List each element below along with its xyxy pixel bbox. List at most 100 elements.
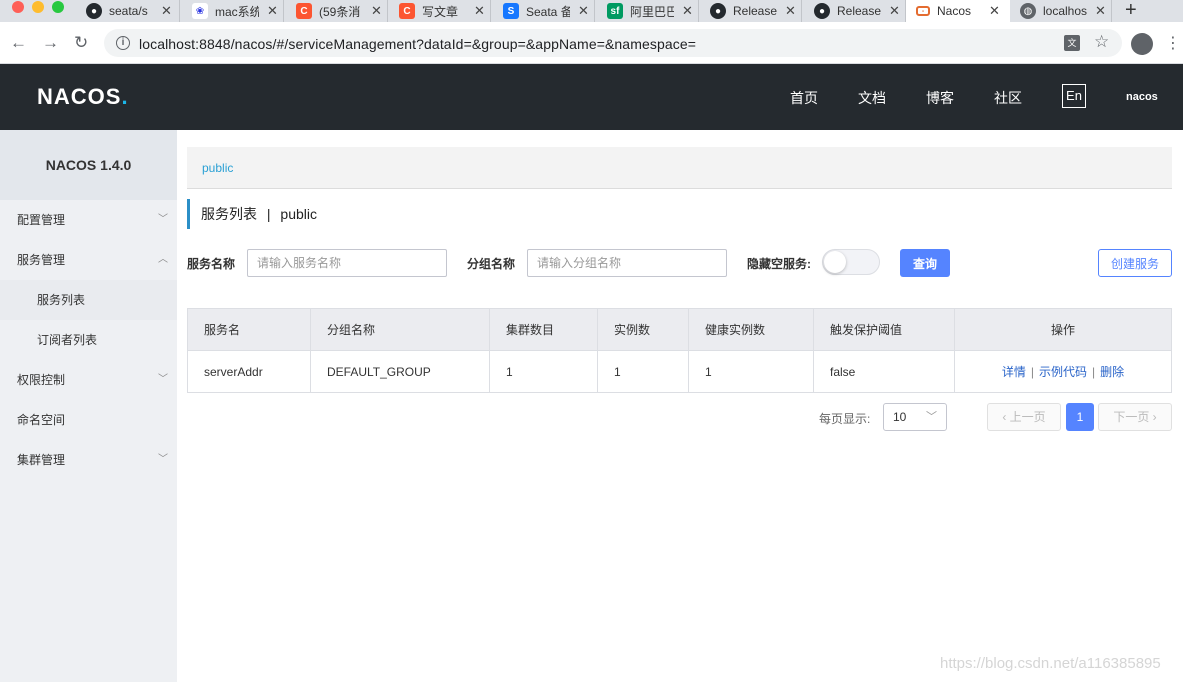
sample-code-link[interactable]: 示例代码	[1039, 365, 1087, 379]
tab-title: (59条消	[319, 4, 361, 19]
browser-tab[interactable]: C (59条消 ✕	[296, 0, 388, 22]
close-tab-icon[interactable]: ✕	[889, 3, 900, 19]
browser-tab[interactable]: sf 阿里巴巴 ✕	[607, 0, 699, 22]
chevron-down-icon: ﹀	[158, 374, 168, 385]
tab-title: seata/s	[109, 4, 148, 18]
github-icon: ●	[814, 3, 830, 19]
sidebar-item-label: 配置管理	[17, 213, 66, 227]
chevron-down-icon: ﹀	[158, 454, 168, 465]
baidu-paw-icon: ❀	[192, 3, 208, 19]
service-name-input[interactable]	[247, 249, 447, 277]
cell-instance-count: 1	[597, 350, 689, 393]
sidebar-item-subscriber-list[interactable]: 订阅者列表	[0, 320, 177, 360]
browser-toolbar: ← → ↻ i localhost:8848/nacos/#/serviceMa…	[0, 22, 1183, 64]
minimize-window-button[interactable]	[32, 1, 44, 13]
page-size-select[interactable]: 10 ﹀	[883, 403, 947, 431]
close-tab-icon[interactable]: ✕	[785, 3, 796, 19]
sidebar-item-label: 订阅者列表	[37, 333, 98, 347]
sidebar-item-service-management[interactable]: 服务管理 ︿	[0, 240, 177, 280]
delete-link[interactable]: 删除	[1100, 365, 1124, 379]
page-title: 服务列表 | public	[187, 199, 317, 229]
info-icon[interactable]: i	[116, 36, 130, 50]
sidebar-item-cluster-management[interactable]: 集群管理 ﹀	[0, 440, 177, 480]
tab-title: 写文章	[422, 4, 459, 19]
next-page-label: 下一页	[1113, 410, 1150, 424]
cell-group-name: DEFAULT_GROUP	[310, 350, 490, 393]
namespace-bar: public	[187, 147, 1172, 189]
query-button[interactable]: 查询	[900, 249, 950, 277]
nav-docs[interactable]: 文档	[858, 88, 886, 108]
translate-icon[interactable]: 文	[1064, 35, 1080, 51]
cell-service-name: serverAddr	[187, 350, 311, 393]
nav-community[interactable]: 社区	[994, 88, 1022, 108]
close-tab-icon[interactable]: ✕	[267, 3, 278, 19]
tab-title: 阿里巴巴	[630, 4, 674, 19]
create-service-button[interactable]: 创建服务	[1098, 249, 1172, 277]
column-header: 健康实例数	[688, 308, 814, 351]
language-switch-button[interactable]: En	[1062, 84, 1086, 108]
profile-avatar-icon[interactable]	[1131, 33, 1153, 55]
column-header: 操作	[954, 308, 1172, 351]
cell-cluster-count: 1	[489, 350, 598, 393]
more-menu-icon[interactable]: ⋮	[1165, 33, 1181, 55]
browser-tab[interactable]: ● Release ✕	[710, 0, 802, 22]
close-tab-icon[interactable]: ✕	[989, 3, 1000, 19]
watermark-text: https://blog.csdn.net/a116385895	[940, 655, 1161, 672]
hide-empty-toggle[interactable]	[822, 249, 880, 275]
close-tab-icon[interactable]: ✕	[682, 3, 693, 19]
close-tab-icon[interactable]: ✕	[578, 3, 589, 19]
browser-tab[interactable]: C 写文章 ✕	[399, 0, 491, 22]
browser-tab-strip: ● seata/s ✕ ❀ mac系统 ✕ C (59条消 ✕ C 写文章 ✕ …	[0, 0, 1183, 22]
nav-blog[interactable]: 博客	[926, 88, 954, 108]
user-name[interactable]: nacos	[1126, 91, 1158, 103]
sidebar-item-access-control[interactable]: 权限控制 ﹀	[0, 360, 177, 400]
next-page-button[interactable]: 下一页 ›	[1098, 403, 1172, 431]
close-tab-icon[interactable]: ✕	[161, 3, 172, 19]
app-header: NACOS. 首页 文档 博客 社区 En nacos	[0, 64, 1183, 130]
address-bar[interactable]: i localhost:8848/nacos/#/serviceManageme…	[104, 29, 1122, 57]
sidebar-item-config-management[interactable]: 配置管理 ﹀	[0, 200, 177, 240]
nav-home[interactable]: 首页	[790, 88, 818, 108]
namespace-link[interactable]: public	[202, 161, 233, 175]
maximize-window-button[interactable]	[52, 1, 64, 13]
close-tab-icon[interactable]: ✕	[1095, 3, 1106, 19]
tab-title: mac系统	[215, 4, 259, 19]
browser-tab[interactable]: ❀ mac系统 ✕	[192, 0, 284, 22]
page-title-text: 服务列表	[201, 206, 257, 222]
sidebar-item-namespace[interactable]: 命名空间	[0, 400, 177, 440]
nacos-logo[interactable]: NACOS.	[37, 84, 129, 110]
prev-page-button[interactable]: ‹ 上一页	[987, 403, 1061, 431]
segmentfault-icon: sf	[607, 3, 623, 19]
detail-link[interactable]: 详情	[1002, 365, 1026, 379]
browser-tab-active[interactable]: - Nacos ✕	[906, 0, 1010, 22]
column-header: 分组名称	[310, 308, 490, 351]
chevron-down-icon: ﹀	[158, 214, 168, 225]
close-window-button[interactable]	[12, 1, 24, 13]
table-row: serverAddr DEFAULT_GROUP 1 1 1 false 详情 |…	[187, 350, 1172, 393]
prev-page-label: 上一页	[1009, 410, 1046, 424]
close-tab-icon[interactable]: ✕	[371, 3, 382, 19]
logo-text: NACOS	[37, 84, 122, 109]
sidebar-version-title: NACOS 1.4.0	[0, 130, 177, 200]
new-tab-icon[interactable]: +	[1125, 0, 1137, 22]
reload-icon[interactable]: ↻	[74, 33, 88, 53]
sidebar-item-service-list[interactable]: 服务列表	[0, 280, 177, 320]
table-header-row: 服务名 分组名称 集群数目 实例数 健康实例数 触发保护阈值 操作	[187, 308, 1172, 351]
browser-tab[interactable]: S Seata 备 ✕	[503, 0, 595, 22]
url-text[interactable]: localhost:8848/nacos/#/serviceManagement…	[139, 36, 696, 52]
browser-tab[interactable]: ● seata/s ✕	[86, 0, 180, 22]
sidebar-item-label: 服务管理	[17, 253, 66, 267]
chevron-up-icon: ︿	[158, 254, 168, 265]
bookmark-star-icon[interactable]: ☆	[1094, 32, 1109, 52]
back-arrow-icon[interactable]: ←	[10, 33, 27, 53]
page-number-current[interactable]: 1	[1066, 403, 1094, 431]
forward-arrow-icon[interactable]: →	[42, 33, 59, 53]
cell-protect-threshold: false	[813, 350, 955, 393]
browser-tab[interactable]: ◍ localhost ✕	[1020, 0, 1112, 22]
chevron-left-icon: ‹	[1002, 410, 1010, 424]
column-header: 集群数目	[489, 308, 598, 351]
close-tab-icon[interactable]: ✕	[474, 3, 485, 19]
browser-tab[interactable]: ● Release ✕	[814, 0, 906, 22]
group-name-input[interactable]	[527, 249, 727, 277]
column-header: 服务名	[187, 308, 311, 351]
